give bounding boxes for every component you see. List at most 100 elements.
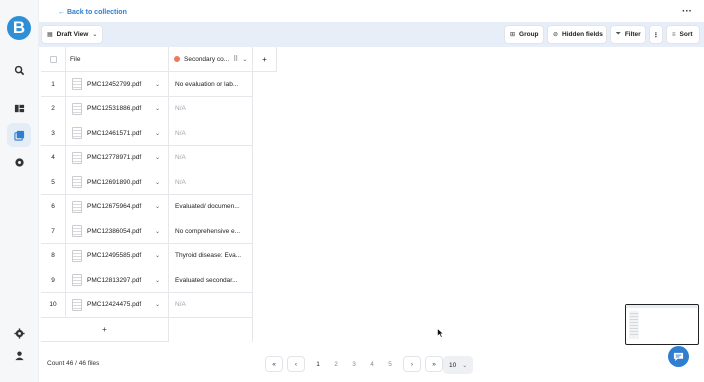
row-number: 9 [41, 268, 66, 293]
sort-icon: ≡ [672, 31, 676, 38]
first-page-button[interactable]: « [265, 356, 283, 372]
row-number: 5 [41, 170, 66, 195]
chevron-down-icon[interactable]: ⌄ [155, 277, 160, 284]
chevron-down-icon[interactable]: ⌄ [155, 81, 160, 88]
more-options-icon[interactable]: ··· [682, 6, 692, 17]
file-cell[interactable]: PMC12495585.pdf ⌄ [66, 243, 169, 269]
add-row-button[interactable]: + [41, 317, 169, 342]
next-page-button[interactable]: › [403, 356, 421, 372]
file-cell[interactable]: PMC12675964.pdf ⌄ [66, 194, 169, 220]
table-row[interactable]: 5 PMC12691890.pdf ⌄ N/A [41, 170, 291, 195]
secondary-cell[interactable]: Evaluated/ documen... [169, 194, 253, 220]
brand-logo[interactable]: B [7, 16, 31, 40]
chevron-down-icon[interactable]: ⌄ [155, 252, 160, 259]
secondary-cell[interactable]: N/A [169, 292, 253, 318]
group-button[interactable]: ⊞ Group [504, 25, 544, 44]
filter-button[interactable]: ⏷ Filter [610, 25, 646, 44]
file-cell[interactable]: PMC12452799.pdf ⌄ [66, 72, 169, 97]
chevron-down-icon[interactable]: ⌄ [155, 154, 160, 161]
group-label: Group [519, 31, 539, 38]
sort-label: Sort [679, 31, 693, 38]
dashboard-icon[interactable] [7, 96, 31, 120]
file-cell[interactable]: PMC12813297.pdf ⌄ [66, 268, 169, 293]
secondary-cell[interactable]: N/A [169, 96, 253, 122]
add-column-icon: + [262, 54, 267, 64]
mouse-cursor-icon [437, 325, 445, 343]
add-column-button[interactable]: + [253, 47, 277, 72]
pdf-file-icon [72, 274, 82, 286]
status-dot-icon [174, 56, 180, 62]
page-size-select[interactable]: 10 ⌄ [443, 356, 473, 374]
chevron-down-icon[interactable]: ⌄ [155, 179, 160, 186]
table-row[interactable]: 7 PMC12386054.pdf ⌄ No comprehensive e... [41, 219, 291, 244]
sort-button[interactable]: ≡ Sort [666, 25, 700, 44]
select-all-checkbox[interactable] [49, 55, 57, 63]
chevron-down-icon[interactable]: ⌄ [155, 130, 160, 137]
pdf-file-icon [72, 200, 82, 213]
column-header-secondary[interactable]: Secondary co... ⠿ ⌄ [169, 47, 253, 72]
file-cell[interactable]: PMC12386054.pdf ⌄ [66, 219, 169, 244]
integrations-icon[interactable] [7, 150, 31, 174]
table-row[interactable]: 4 PMC12778971.pdf ⌄ N/A [41, 145, 291, 171]
record-count: Count 46 / 46 files [47, 360, 100, 367]
table-row[interactable]: 1 PMC12452799.pdf ⌄ No evaluation or lab... [41, 72, 291, 97]
table-row[interactable]: 3 PMC12461571.pdf ⌄ N/A [41, 121, 291, 146]
file-cell[interactable]: PMC12531886.pdf ⌄ [66, 96, 169, 122]
file-name: PMC12675964.pdf [87, 203, 142, 210]
row-number: 1 [41, 72, 66, 97]
file-cell[interactable]: PMC12461571.pdf ⌄ [66, 121, 169, 146]
drag-handle-icon[interactable]: ⠿ [233, 55, 238, 63]
table-row[interactable]: 2 PMC12531886.pdf ⌄ N/A [41, 96, 291, 122]
table-row[interactable]: 10 PMC12424475.pdf ⌄ N/A [41, 292, 291, 318]
main-panel: ← Back to collection ··· ▦ Draft View ⌄ … [38, 0, 704, 382]
chevron-down-icon[interactable]: ⌄ [155, 203, 160, 210]
view-selector-button[interactable]: ▦ Draft View ⌄ [41, 25, 103, 44]
page-number-button[interactable]: 3 [345, 361, 363, 368]
secondary-cell[interactable]: No evaluation or lab... [169, 72, 253, 97]
page-number-button[interactable]: 5 [381, 361, 399, 368]
file-cell[interactable]: PMC12778971.pdf ⌄ [66, 145, 169, 171]
chevron-down-icon[interactable]: ⌄ [155, 228, 160, 235]
secondary-cell[interactable]: N/A [169, 121, 253, 146]
search-icon[interactable] [7, 58, 31, 82]
secondary-cell[interactable]: Evaluated secondar... [169, 268, 253, 293]
eye-off-icon: ⊘ [553, 32, 559, 38]
chevron-down-icon[interactable]: ⌄ [242, 56, 247, 63]
screen-preview-thumbnail [625, 304, 699, 345]
table-row[interactable]: 9 PMC12813297.pdf ⌄ Evaluated secondar... [41, 268, 291, 293]
chat-support-button[interactable] [668, 346, 689, 367]
last-page-button[interactable]: » [425, 356, 443, 372]
settings-gear-icon[interactable] [7, 321, 31, 345]
file-cell[interactable]: PMC12691890.pdf ⌄ [66, 170, 169, 195]
chevron-down-icon[interactable]: ⌄ [155, 105, 160, 112]
file-name: PMC12813297.pdf [87, 276, 142, 284]
column-header-file[interactable]: File [66, 47, 169, 72]
user-profile-icon[interactable] [7, 343, 31, 367]
file-name: PMC12386054.pdf [87, 227, 142, 235]
page-number-button[interactable]: 1 [309, 361, 327, 368]
file-name: PMC12691890.pdf [87, 178, 142, 186]
collections-icon[interactable] [7, 123, 31, 147]
prev-page-button[interactable]: ‹ [287, 356, 305, 372]
secondary-cell[interactable]: N/A [169, 145, 253, 171]
file-cell[interactable]: PMC12424475.pdf ⌄ [66, 292, 169, 318]
pdf-file-icon [72, 249, 82, 262]
secondary-cell[interactable]: N/A [169, 170, 253, 195]
page-number-button[interactable]: 2 [327, 361, 345, 368]
select-all-cell [41, 47, 66, 72]
page-number-button[interactable]: 4 [363, 361, 381, 368]
back-to-collection-link[interactable]: ← Back to collection [58, 9, 127, 16]
row-number: 3 [41, 121, 66, 146]
secondary-cell[interactable]: Thyroid disease: Eva... [169, 243, 253, 269]
chevron-down-icon[interactable]: ⌄ [155, 301, 160, 308]
pagination: « ‹ 12345 › » [264, 355, 444, 373]
table-row[interactable]: 6 PMC12675964.pdf ⌄ Evaluated/ documen... [41, 194, 291, 220]
file-name: PMC12424475.pdf [87, 301, 142, 308]
hidden-fields-button[interactable]: ⊘ Hidden fields [547, 25, 607, 44]
pdf-file-icon [72, 176, 82, 188]
view-selector-label: Draft View [56, 31, 89, 38]
toolbar-more-icon: ⋮ [652, 31, 660, 39]
secondary-cell[interactable]: No comprehensive e... [169, 219, 253, 244]
table-row[interactable]: 8 PMC12495585.pdf ⌄ Thyroid disease: Eva... [41, 243, 291, 269]
toolbar-more-button[interactable]: ⋮ [649, 25, 663, 44]
